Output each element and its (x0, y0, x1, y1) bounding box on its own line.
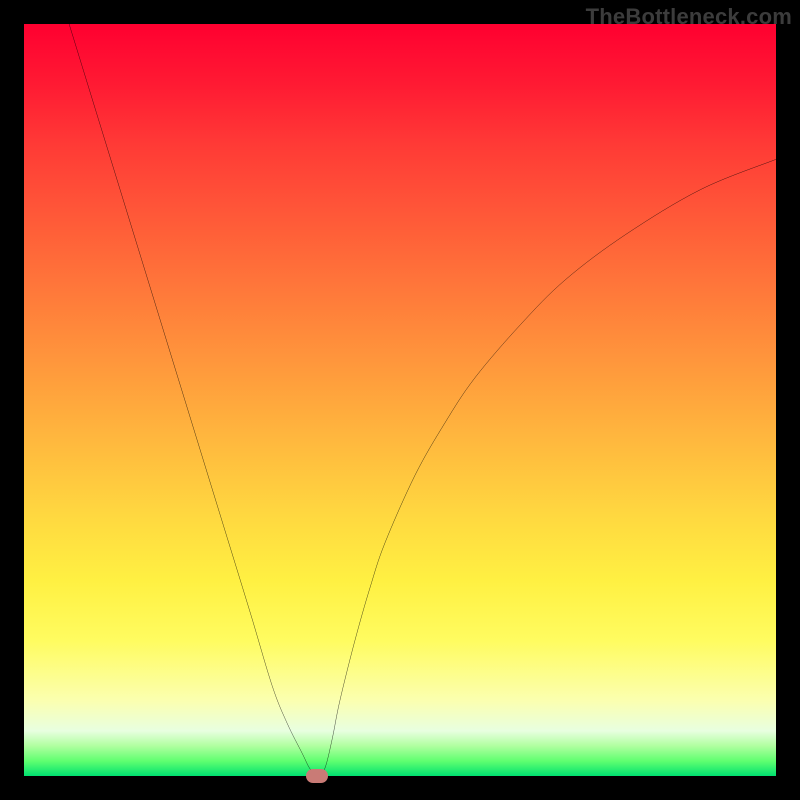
chart-frame: TheBottleneck.com (0, 0, 800, 800)
watermark-text: TheBottleneck.com (586, 4, 792, 30)
curve-layer (24, 24, 776, 776)
optimal-marker-icon (306, 769, 328, 783)
bottleneck-curve (69, 24, 776, 776)
plot-area (24, 24, 776, 776)
